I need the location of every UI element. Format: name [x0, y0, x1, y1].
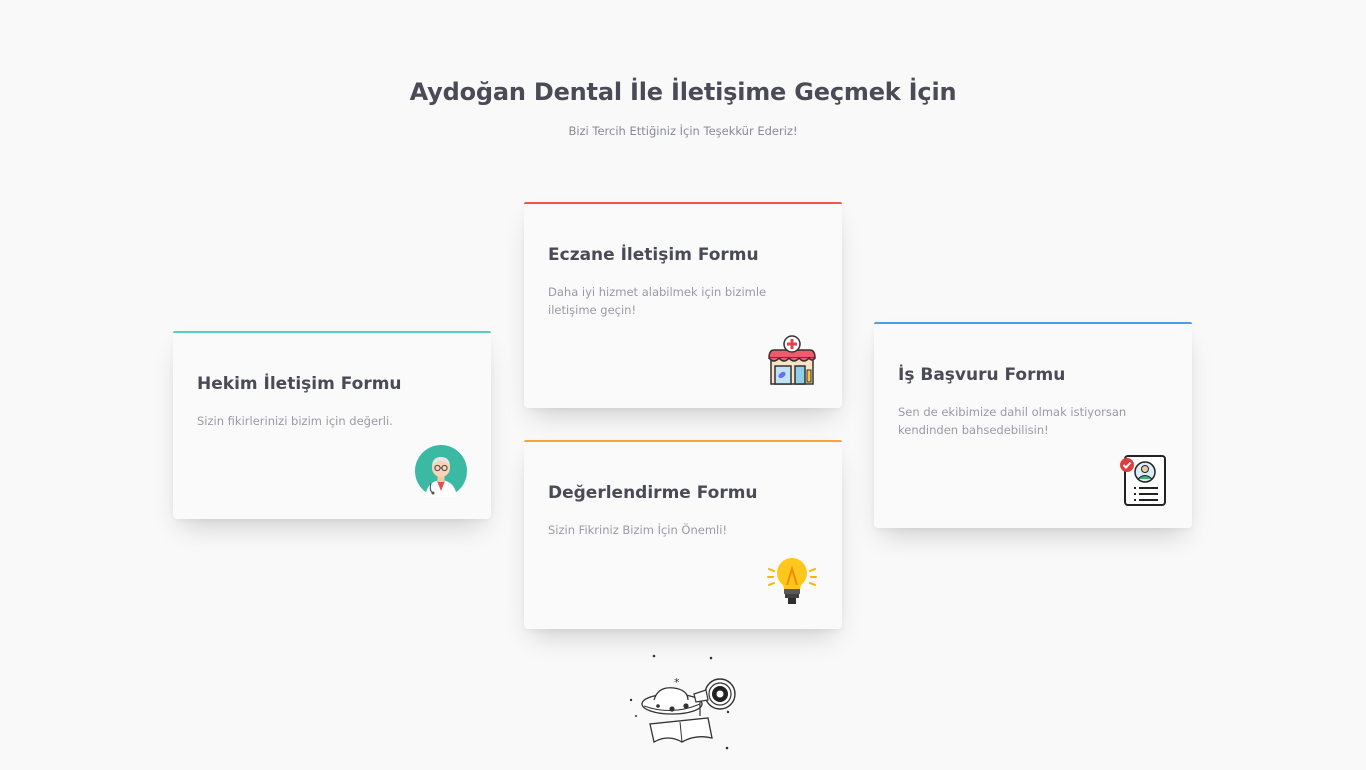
- lightbulb-icon: [767, 558, 817, 604]
- page-header: Aydoğan Dental İle İletişime Geçmek İçin…: [0, 78, 1366, 138]
- card-text: Daha iyi hizmet alabilmek için bizimle i…: [548, 285, 767, 317]
- card-accent-bar: [173, 331, 491, 333]
- card-title: Değerlendirme Formu: [548, 483, 758, 503]
- card-is-basvuru-form[interactable]: İş Başvuru Formu Sen de ekibimize dahil …: [874, 322, 1192, 528]
- ufo-telescope-illustration: *: [629, 654, 736, 750]
- card-text: Sizin fikirlerinizi bizim için değerli.: [197, 414, 393, 428]
- card-accent-bar: [524, 202, 842, 204]
- card-title: Eczane İletişim Formu: [548, 245, 759, 265]
- card-hekim-form[interactable]: Hekim İletişim Formu Sizin fikirlerinizi…: [173, 331, 491, 519]
- resume-icon: [1120, 455, 1166, 506]
- svg-text:*: *: [674, 676, 680, 689]
- page-subtitle: Bizi Tercih Ettiğiniz İçin Teşekkür Eder…: [568, 124, 798, 138]
- card-title: İş Başvuru Formu: [898, 365, 1066, 385]
- card-eczane-form[interactable]: Eczane İletişim Formu Daha iyi hizmet al…: [524, 202, 842, 408]
- doctor-icon: [415, 445, 467, 497]
- pharmacy-store-icon: [768, 335, 816, 385]
- page-title: Aydoğan Dental İle İletişime Geçmek İçin: [409, 78, 957, 106]
- card-text: Sizin Fikriniz Bizim İçin Önemli!: [548, 523, 728, 537]
- card-accent-bar: [874, 322, 1192, 324]
- card-text: Sen de ekibimize dahil olmak istiyorsan …: [898, 405, 1127, 437]
- card-degerlendirme-form[interactable]: Değerlendirme Formu Sizin Fikriniz Bizim…: [524, 440, 842, 629]
- card-accent-bar: [524, 440, 842, 442]
- card-title: Hekim İletişim Formu: [197, 374, 402, 394]
